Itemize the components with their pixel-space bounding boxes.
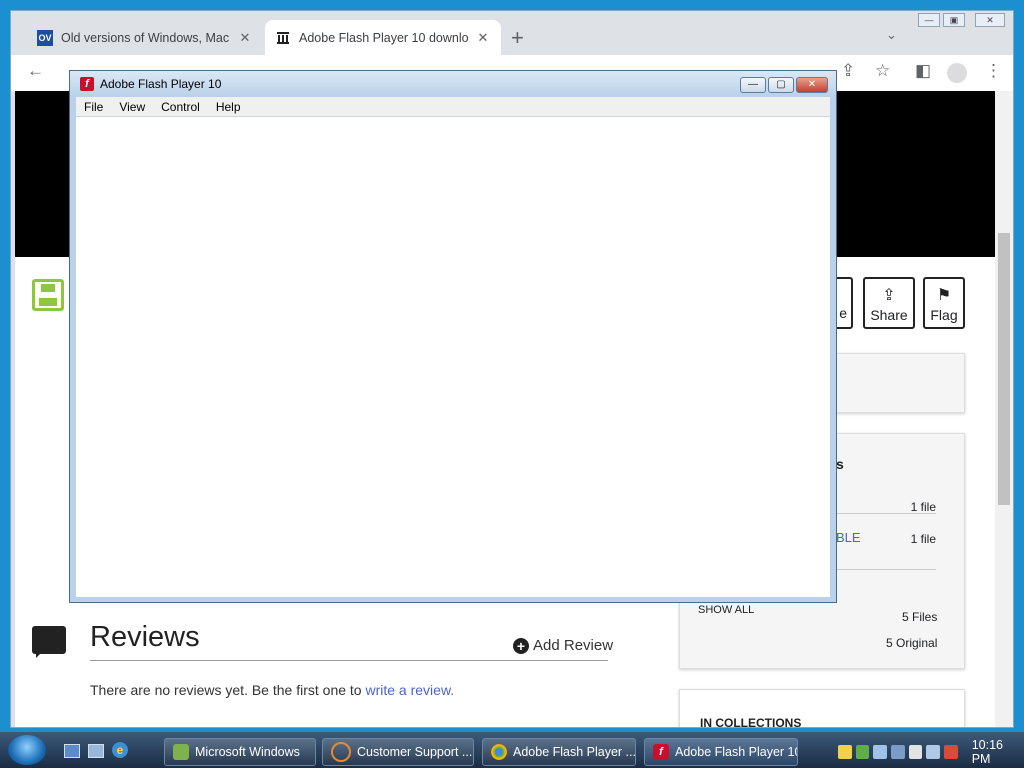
profile-avatar-icon[interactable]: [947, 63, 967, 83]
menu-file[interactable]: File: [84, 100, 103, 114]
flag-label: Flag: [930, 307, 958, 323]
taskbar-item-flash-player[interactable]: f Adobe Flash Player 10: [644, 738, 798, 766]
share-button[interactable]: ⇪ Share: [863, 277, 915, 329]
taskbar-item-chrome-flash[interactable]: Adobe Flash Player ...: [482, 738, 636, 766]
write-review-link[interactable]: write a review.: [365, 682, 454, 698]
share-label: Share: [870, 307, 908, 323]
reviews-divider: [90, 660, 608, 661]
share-icon: ⇪: [882, 287, 896, 304]
original-total: 5 Original: [886, 636, 938, 650]
windows-app-icon: [173, 744, 189, 760]
tray-volume-muted-icon[interactable]: [944, 745, 958, 759]
reviews-comment-icon: [32, 626, 66, 658]
menu-kebab-icon[interactable]: ⋮: [985, 61, 1002, 81]
flash-stage[interactable]: [76, 117, 830, 597]
tray-note-icon[interactable]: [838, 745, 852, 759]
minimize-icon[interactable]: —: [918, 13, 940, 27]
system-tray: 10:16 PM: [838, 738, 1024, 766]
files-total: 5 Files: [902, 610, 938, 624]
switch-windows-icon[interactable]: [88, 744, 104, 758]
tray-monitor-icon[interactable]: [891, 745, 905, 759]
share-page-icon[interactable]: ⇪: [841, 61, 855, 81]
tab-search-icon[interactable]: ⌄: [886, 27, 897, 43]
chrome-icon: [491, 744, 507, 760]
tray-app-icon[interactable]: [855, 745, 870, 759]
flash-close-icon[interactable]: ✕: [796, 77, 828, 93]
tab-title: Old versions of Windows, Mac an: [61, 30, 231, 45]
flash-title-bar[interactable]: f Adobe Flash Player 10 — ▢ ✕: [70, 71, 836, 97]
download-options-heading: s: [836, 456, 844, 472]
reviews-empty-text: There are no reviews yet. Be the first o…: [90, 682, 455, 698]
close-tab-icon[interactable]: ✕: [237, 30, 253, 46]
bookmark-star-icon[interactable]: ☆: [875, 61, 890, 81]
support-app-icon: [331, 742, 351, 762]
side-panel-icon[interactable]: ◧: [915, 61, 931, 81]
download-save-icon[interactable]: [32, 279, 64, 311]
file-row[interactable]: 1 file: [836, 500, 936, 514]
menu-view[interactable]: View: [119, 100, 145, 114]
back-icon[interactable]: ←: [27, 61, 44, 81]
ov-favicon-icon: OV: [37, 29, 53, 46]
menu-control[interactable]: Control: [161, 100, 200, 114]
scrollbar-thumb[interactable]: [998, 233, 1010, 505]
new-tab-button[interactable]: +: [511, 25, 524, 51]
tray-display-icon[interactable]: [926, 745, 941, 759]
show-all-link[interactable]: SHOW ALL: [698, 604, 754, 616]
flash-maximize-icon[interactable]: ▢: [768, 77, 794, 93]
in-collections-heading: IN COLLECTIONS: [700, 716, 802, 727]
tray-flag-icon[interactable]: [908, 745, 923, 759]
taskbar-item-microsoft-windows[interactable]: Microsoft Windows: [164, 738, 316, 766]
close-tab-icon[interactable]: ✕: [475, 30, 491, 46]
tab-flash-download[interactable]: Adobe Flash Player 10 download ✕: [265, 20, 501, 55]
archive-icon: [275, 30, 291, 46]
start-button-icon[interactable]: [8, 735, 46, 765]
clock[interactable]: 10:16 PM: [972, 738, 1024, 766]
restore-icon[interactable]: ▣: [943, 13, 965, 27]
flash-minimize-icon[interactable]: —: [740, 77, 766, 93]
close-icon[interactable]: ✕: [975, 13, 1005, 27]
collections-panel: IN COLLECTIONS: [679, 689, 965, 727]
add-review-button[interactable]: + Add Review: [513, 637, 613, 654]
tab-strip: OV Old versions of Windows, Mac an ✕ Ado…: [11, 11, 1013, 55]
flag-button[interactable]: ⚑ Flag: [923, 277, 965, 329]
taskbar-item-customer-support[interactable]: Customer Support ...: [322, 738, 474, 766]
flash-window-title: Adobe Flash Player 10: [100, 77, 222, 91]
tab-title: Adobe Flash Player 10 download: [299, 30, 469, 45]
flash-player-window: f Adobe Flash Player 10 — ▢ ✕ File View …: [69, 70, 837, 603]
tray-network-icon[interactable]: [873, 745, 888, 759]
flash-logo-icon: f: [80, 77, 94, 91]
show-desktop-icon[interactable]: [64, 744, 80, 758]
internet-explorer-icon[interactable]: e: [112, 742, 128, 758]
add-review-label: Add Review: [533, 637, 614, 654]
plus-circle-icon: +: [513, 637, 529, 654]
flag-icon: ⚑: [936, 287, 952, 304]
file-row[interactable]: BLE 1 file: [836, 530, 936, 570]
menu-help[interactable]: Help: [216, 100, 241, 114]
tab-old-versions[interactable]: OV Old versions of Windows, Mac an ✕: [27, 20, 263, 55]
flash-menu-bar: File View Control Help: [76, 97, 830, 117]
reviews-heading: Reviews: [90, 621, 200, 653]
flash-logo-icon: f: [653, 744, 669, 760]
file-type-link[interactable]: BLE: [836, 530, 861, 545]
